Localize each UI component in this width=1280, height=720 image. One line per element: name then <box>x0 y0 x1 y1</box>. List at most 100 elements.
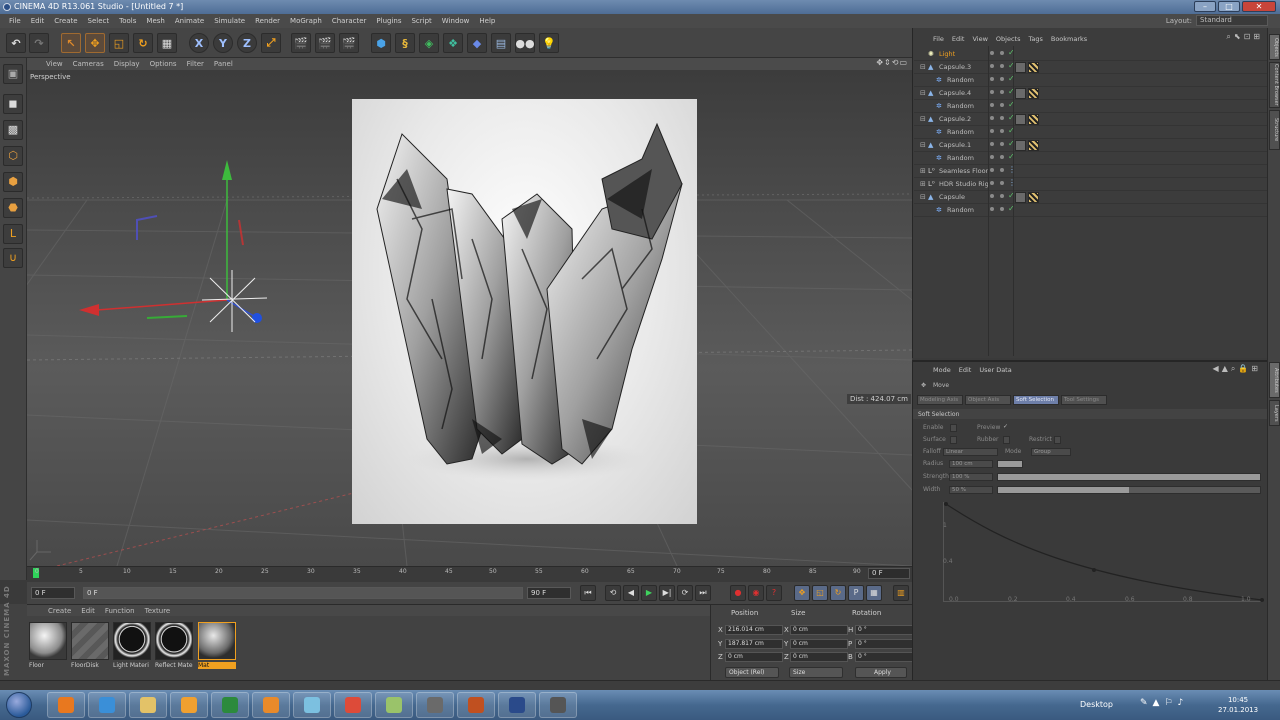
menu-file[interactable]: File <box>4 17 26 25</box>
go-to-end-button[interactable]: ⏭ <box>695 585 711 601</box>
object-row[interactable]: ✲ Random ✓ <box>914 100 1267 113</box>
timeline-ruler[interactable]: 0 5 10 15 20 25 30 35 40 45 50 55 60 65 … <box>27 566 912 580</box>
texture-tag-icon[interactable] <box>1015 88 1026 99</box>
viewport-menu-cameras[interactable]: Cameras <box>68 60 109 68</box>
expand-icon[interactable]: ⊞ <box>920 167 926 175</box>
render-picture-viewer-icon[interactable]: 🎬 <box>315 33 335 53</box>
menu-window[interactable]: Window <box>437 17 475 25</box>
render-dot[interactable] <box>1000 207 1004 211</box>
collapse-icon[interactable]: ⊟ <box>920 141 926 149</box>
close-button[interactable]: ✕ <box>1242 1 1276 12</box>
viewport-menu-display[interactable]: Display <box>109 60 145 68</box>
collapse-icon[interactable]: ⊟ <box>920 115 926 123</box>
xpresso-tag-icon[interactable]: ⋮ <box>1008 178 1016 187</box>
light-icon[interactable]: 💡 <box>539 33 559 53</box>
menu-simulate[interactable]: Simulate <box>209 17 250 25</box>
collapse-icon[interactable]: ⊟ <box>920 89 926 97</box>
key-parameter-button[interactable]: P <box>848 585 864 601</box>
material-menu-function[interactable]: Function <box>100 607 140 615</box>
material-swatch-floordisk[interactable] <box>71 622 109 660</box>
material-menu-create[interactable]: Create <box>43 607 76 615</box>
max-frame-field[interactable]: 90 F <box>527 587 571 599</box>
axis-mode-icon[interactable]: L <box>3 224 23 244</box>
radius-slider[interactable] <box>997 460 1023 468</box>
hypernurbs-icon[interactable]: ❖ <box>443 33 463 53</box>
viewport-nav-icons[interactable]: ✥⇕⟲▭ <box>876 58 908 67</box>
step-forward-button[interactable]: ▶| <box>659 585 675 601</box>
menu-character[interactable]: Character <box>327 17 372 25</box>
material-swatch-mat[interactable] <box>198 622 236 660</box>
undo-icon[interactable]: ↶ <box>6 33 26 53</box>
side-tab-objects[interactable]: Objects <box>1269 34 1280 60</box>
z-handle-icon[interactable] <box>252 313 262 323</box>
visibility-dot[interactable] <box>990 77 994 81</box>
deformer-icon[interactable]: ◆ <box>467 33 487 53</box>
menu-plugins[interactable]: Plugins <box>371 17 406 25</box>
viewport-menu-filter[interactable]: Filter <box>182 60 209 68</box>
object-row[interactable]: ⊟ ▲ Capsule.3 ✓ <box>914 61 1267 74</box>
object-row[interactable]: ⊞ L⁰ HDR Studio Rig ⋮ <box>914 178 1267 191</box>
side-tab-content-browser[interactable]: Content Browser <box>1269 62 1280 108</box>
y-arrow-icon[interactable] <box>222 160 232 180</box>
floor-icon[interactable]: ▤ <box>491 33 511 53</box>
object-row[interactable]: ✲ Random ✓ <box>914 126 1267 139</box>
tab-object-axis[interactable]: Object Axis <box>965 395 1011 405</box>
current-frame-field[interactable]: 0 F <box>868 568 910 579</box>
visibility-dot[interactable] <box>990 207 994 211</box>
taskbar-photoshop-button[interactable] <box>211 692 249 718</box>
visibility-dot[interactable] <box>990 103 994 107</box>
render-dot[interactable] <box>1000 116 1004 120</box>
record-button[interactable]: ● <box>730 585 746 601</box>
autokey-button[interactable]: ◉ <box>748 585 764 601</box>
object-row[interactable]: ⊟ ▲ Capsule ✓ <box>914 191 1267 204</box>
attribute-nav-icons[interactable]: ◀▲⌕🔒⊞ <box>1213 364 1261 374</box>
position-y-field[interactable]: 187.817 cm <box>725 639 783 649</box>
tab-soft-selection[interactable]: Soft Selection <box>1013 395 1059 405</box>
strength-field[interactable]: 100 % <box>949 473 993 481</box>
key-pla-button[interactable]: ▦ <box>866 585 882 601</box>
apply-button[interactable]: Apply <box>855 667 907 678</box>
object-manager-search-icons[interactable]: ⌕⬉⊡⊞ <box>1226 32 1263 42</box>
phong-tag-icon[interactable] <box>1028 88 1039 99</box>
render-dot[interactable] <box>1000 129 1004 133</box>
key-rotation-button[interactable]: ↻ <box>830 585 846 601</box>
visibility-dot[interactable] <box>990 181 994 185</box>
visibility-dot[interactable] <box>990 116 994 120</box>
phong-tag-icon[interactable] <box>1028 192 1039 203</box>
viewport-menu-options[interactable]: Options <box>145 60 182 68</box>
tab-tool-settings[interactable]: Tool Settings <box>1061 395 1107 405</box>
array-icon[interactable]: ◈ <box>419 33 439 53</box>
object-menu-file[interactable]: File <box>929 35 948 43</box>
z-axis-icon[interactable]: Z <box>237 33 257 53</box>
collapse-icon[interactable]: ⊟ <box>920 193 926 201</box>
material-menu-edit[interactable]: Edit <box>76 607 100 615</box>
recent-tool-icon[interactable]: ▦ <box>157 33 177 53</box>
surface-checkbox[interactable] <box>950 436 957 444</box>
restrict-checkbox[interactable] <box>1054 436 1061 444</box>
rotation-b-field[interactable]: 0 ° <box>855 652 913 662</box>
viewport-menu-view[interactable]: View <box>41 60 68 68</box>
next-key-button[interactable]: ⟳ <box>677 585 693 601</box>
texture-tag-icon[interactable] <box>1015 62 1026 73</box>
material-swatch-light[interactable] <box>113 622 151 660</box>
visibility-dot[interactable] <box>990 168 994 172</box>
menu-animate[interactable]: Animate <box>170 17 209 25</box>
rotation-p-field[interactable]: 0 ° <box>855 639 913 649</box>
x-axis-icon[interactable]: X <box>189 33 209 53</box>
texture-tag-icon[interactable] <box>1015 140 1026 151</box>
snap-icon[interactable]: ∪ <box>3 248 23 268</box>
width-slider[interactable] <box>997 486 1261 494</box>
texture-tag-icon[interactable] <box>1015 192 1026 203</box>
falloff-graph[interactable] <box>943 502 1264 602</box>
side-tab-structure[interactable]: Structure <box>1269 110 1280 150</box>
strength-slider[interactable] <box>997 473 1261 481</box>
rubber-checkbox[interactable] <box>1003 436 1010 444</box>
object-menu-tags[interactable]: Tags <box>1024 35 1046 43</box>
render-view-icon[interactable]: 🎬 <box>291 33 311 53</box>
perspective-viewport[interactable]: Perspective Dist : 424.07 cm <box>27 70 912 566</box>
phong-tag-icon[interactable] <box>1028 114 1039 125</box>
coordinate-mode-select[interactable]: Object (Rel) <box>725 667 779 678</box>
minimize-button[interactable]: – <box>1194 1 1216 12</box>
visibility-dot[interactable] <box>990 194 994 198</box>
menu-edit[interactable]: Edit <box>26 17 50 25</box>
